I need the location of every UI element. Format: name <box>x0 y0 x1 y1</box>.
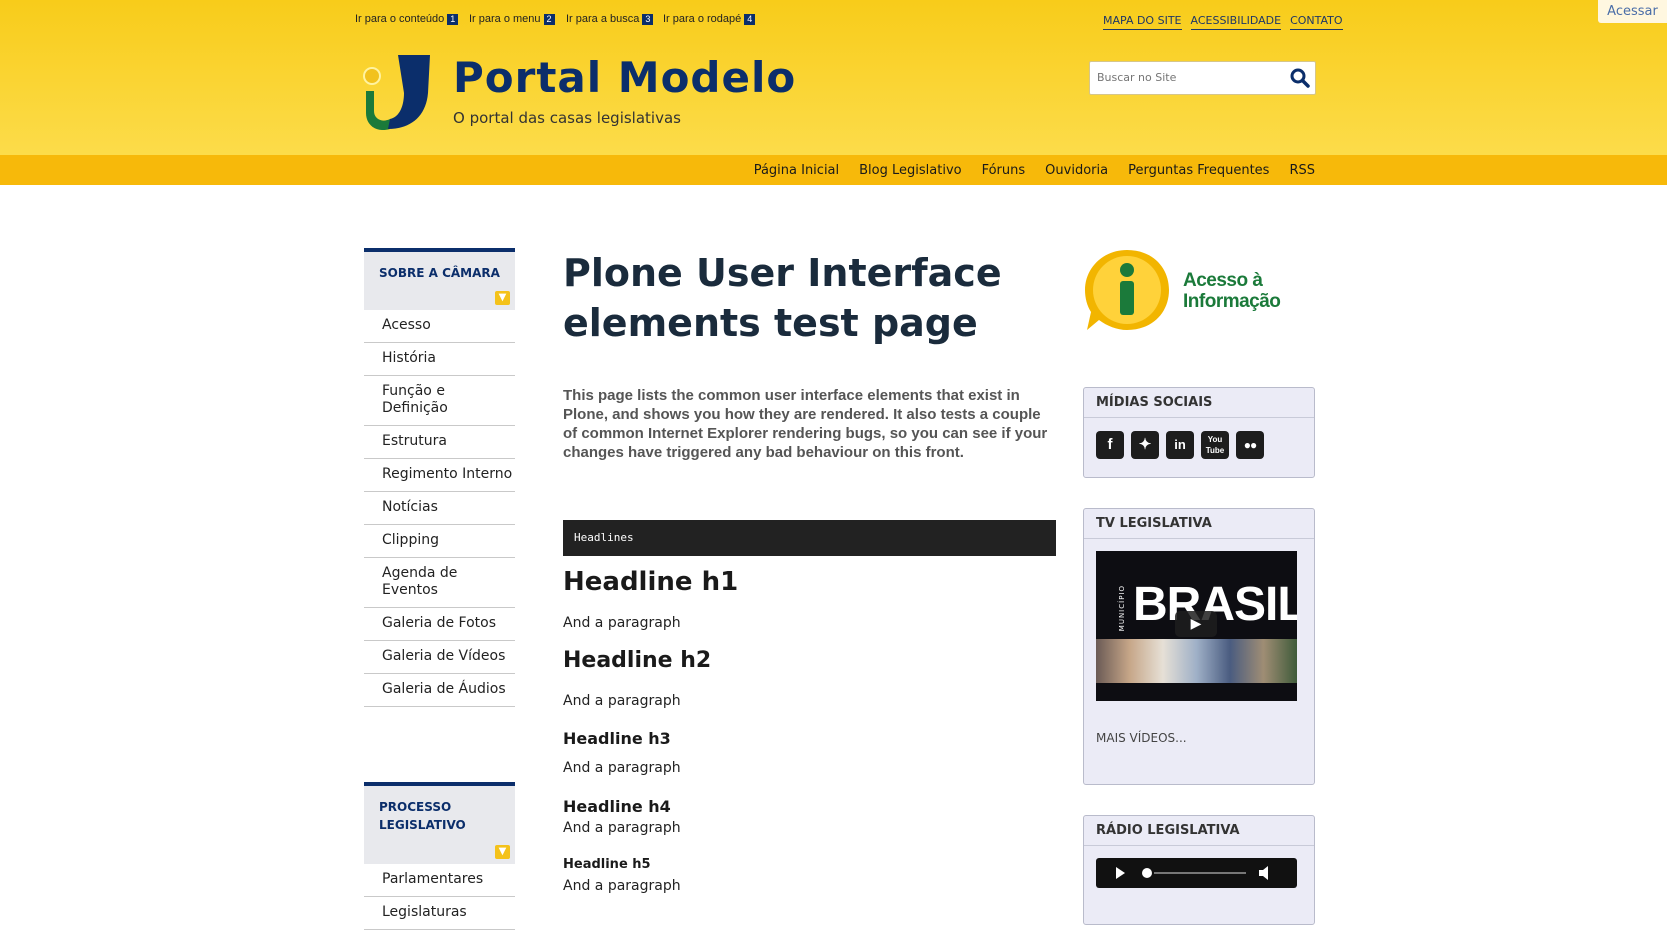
portlet-sobre-camara: SOBRE A CÂMARA ▼ Acesso História Função … <box>364 248 515 707</box>
header-banner <box>0 0 1667 155</box>
portlet-tv-legislativa: TV LEGISLATIVA MUNICÍPIO BRASIL ▶ MAIS V… <box>1083 508 1315 785</box>
sidebar-item-estrutura[interactable]: Estrutura <box>364 426 515 459</box>
skip-link-content[interactable]: Ir para o conteúdo 1 <box>355 13 459 25</box>
paragraph: And a paragraph <box>563 760 681 776</box>
main-nav: Página Inicial Blog Legislativo Fóruns O… <box>754 163 1315 178</box>
main-content: Plone User Interface elements test page … <box>563 248 1056 894</box>
site-description: O portal das casas legislativas <box>453 109 681 127</box>
skip-link-search[interactable]: Ir para a busca 3 <box>566 13 654 25</box>
portlet-radio-legislativa: RÁDIO LEGISLATIVA <box>1083 815 1315 925</box>
search-box <box>1089 61 1316 95</box>
portlet-processo-legislativo: PROCESSO LEGISLATIVO ▼ Parlamentares Leg… <box>364 782 515 930</box>
headline-h5: Headline h5 <box>563 857 651 872</box>
headline-h3: Headline h3 <box>563 729 671 748</box>
facebook-icon[interactable]: f <box>1096 431 1124 459</box>
nav-item-ouvidoria[interactable]: Ouvidoria <box>1045 163 1108 178</box>
nav-item-home[interactable]: Página Inicial <box>754 163 839 178</box>
flickr-icon[interactable]: ●● <box>1236 431 1264 459</box>
nav-item-faq[interactable]: Perguntas Frequentes <box>1128 163 1269 178</box>
volume-icon[interactable] <box>1259 866 1268 880</box>
acesso-informacao-banner[interactable]: Acesso à Informação <box>1083 248 1315 336</box>
nav-item-blog[interactable]: Blog Legislativo <box>859 163 961 178</box>
portlet-midias-sociais: MÍDIAS SOCIAIS f ✦ in You Tube ●● <box>1083 387 1315 478</box>
portal-logo-icon[interactable] <box>360 53 432 131</box>
sidebar-item-parlamentares[interactable]: Parlamentares <box>364 864 515 897</box>
audio-player <box>1096 858 1297 888</box>
chevron-down-icon[interactable]: ▼ <box>495 291 510 305</box>
sidebar-item-acesso[interactable]: Acesso <box>364 310 515 343</box>
sidebar-item-agenda[interactable]: Agenda de Eventos <box>364 558 515 608</box>
accessibility-link[interactable]: ACESSIBILIDADE <box>1190 14 1282 30</box>
login-button[interactable]: Acessar <box>1598 0 1667 23</box>
paragraph: And a paragraph <box>563 878 681 894</box>
twitter-icon[interactable]: ✦ <box>1131 431 1159 459</box>
sidebar-item-audios[interactable]: Galeria de Áudios <box>364 674 515 707</box>
paragraph: And a paragraph <box>563 693 681 709</box>
skip-link-menu[interactable]: Ir para o menu 2 <box>469 13 555 25</box>
sidebar-item-videos[interactable]: Galeria de Vídeos <box>364 641 515 674</box>
site-map-link[interactable]: MAPA DO SITE <box>1103 14 1182 30</box>
portlet-title: TV LEGISLATIVA <box>1084 509 1314 539</box>
sidebar-item-funcao[interactable]: Função e Definição <box>364 376 515 426</box>
nav-item-rss[interactable]: RSS <box>1289 163 1315 178</box>
nav-item-forums[interactable]: Fóruns <box>982 163 1026 178</box>
code-block: Headlines <box>563 520 1056 556</box>
play-icon[interactable]: ▶ <box>1175 611 1217 637</box>
page-description: This page lists the common user interfac… <box>563 387 1048 461</box>
page-title: Plone User Interface elements test page <box>563 251 1002 345</box>
sidebar-item-fotos[interactable]: Galeria de Fotos <box>364 608 515 641</box>
chevron-down-icon[interactable]: ▼ <box>495 845 510 859</box>
headline-h1: Headline h1 <box>563 567 739 597</box>
headline-h4: Headline h4 <box>563 797 671 816</box>
headline-h2: Headline h2 <box>563 648 712 673</box>
skip-link-footer[interactable]: Ir para o rodapé 4 <box>663 13 756 25</box>
portlet-title: MÍDIAS SOCIAIS <box>1084 388 1314 418</box>
top-links: MAPA DO SITE ACESSIBILIDADE CONTATO <box>1103 14 1343 30</box>
seek-handle[interactable] <box>1142 868 1152 878</box>
site-title[interactable]: Portal Modelo <box>453 53 796 102</box>
search-icon[interactable] <box>1290 68 1310 88</box>
paragraph: And a paragraph <box>563 615 681 631</box>
video-thumbnail <box>1096 639 1297 683</box>
paragraph: And a paragraph <box>563 820 681 836</box>
contact-link[interactable]: CONTATO <box>1290 14 1343 30</box>
sidebar-item-noticias[interactable]: Notícias <box>364 492 515 525</box>
play-icon[interactable] <box>1116 867 1125 879</box>
search-input[interactable] <box>1090 62 1284 92</box>
portlet-header[interactable]: PROCESSO LEGISLATIVO ▼ <box>364 782 515 864</box>
sidebar-item-regimento[interactable]: Regimento Interno <box>364 459 515 492</box>
info-icon <box>1085 250 1169 330</box>
portlet-title: RÁDIO LEGISLATIVA <box>1084 816 1314 846</box>
sidebar-item-clipping[interactable]: Clipping <box>364 525 515 558</box>
linkedin-icon[interactable]: in <box>1166 431 1194 459</box>
sidebar-item-historia[interactable]: História <box>364 343 515 376</box>
youtube-icon[interactable]: You Tube <box>1201 431 1229 459</box>
video-player[interactable]: MUNICÍPIO BRASIL ▶ <box>1096 551 1297 701</box>
more-videos-link[interactable]: MAIS VÍDEOS... <box>1084 701 1314 765</box>
portlet-header[interactable]: SOBRE A CÂMARA ▼ <box>364 248 515 310</box>
seek-bar[interactable] <box>1154 872 1246 874</box>
